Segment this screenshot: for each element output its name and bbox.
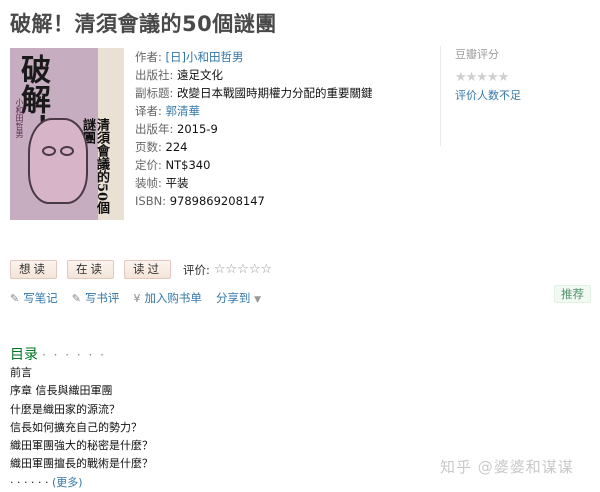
toc-heading: 目录 · · · · · · <box>10 344 106 364</box>
author-row: 作者: [日]小和田哲男 <box>135 48 373 66</box>
subtitle-label: 副标题: <box>135 86 174 100</box>
year-label: 出版年: <box>135 122 174 136</box>
price-value: NT$340 <box>165 158 211 172</box>
write-note-label: 写笔记 <box>23 291 58 305</box>
add-to-cart-link[interactable]: ¥ 加入购书单 <box>133 290 202 306</box>
toc-heading-label: 目录 <box>10 347 38 363</box>
pencil-icon: ✎ <box>10 292 20 305</box>
pages-row: 页数: 224 <box>135 138 373 156</box>
toc-heading-dots: · · · · · · <box>42 348 106 362</box>
isbn-value: 9789869208147 <box>169 194 265 208</box>
author-link[interactable]: [日]小和田哲男 <box>166 50 244 64</box>
watermark: 知乎 @婆婆和谋谋 <box>440 458 574 476</box>
toc-item: 信長如何擴充自己的勢力？ <box>10 420 142 434</box>
reading-button[interactable]: 在读 <box>67 260 114 279</box>
price-label: 定价: <box>135 158 162 172</box>
action-links: ✎ 写笔记 ✎ 写书评 ¥ 加入购书单 分享到 ▼ <box>10 290 275 306</box>
binding-row: 装帧: 平装 <box>135 174 373 192</box>
yen-icon: ¥ <box>133 292 141 305</box>
add-to-cart-label: 加入购书单 <box>144 291 202 305</box>
douban-rating-panel: 豆瓣评分 ★★★★★ 评价人数不足 <box>440 46 590 146</box>
rating-heading: 豆瓣评分 <box>455 48 499 61</box>
cover-author-text: 小和田哲男 <box>15 98 24 138</box>
write-note-link[interactable]: ✎ 写笔记 <box>10 290 58 306</box>
toc-item: 什麼是織田家的源流？ <box>10 402 120 416</box>
rating-note-link[interactable]: 评价人数不足 <box>455 87 590 103</box>
toc-list: 前言 序章 信長與織田軍團 什麼是織田家的源流？ 信長如何擴充自己的勢力？ 織田… <box>10 364 153 492</box>
share-dropdown[interactable]: 分享到 ▼ <box>216 290 261 306</box>
toc-item: 序章 信長與織田軍團 <box>10 384 113 398</box>
toc-item: 前言 <box>10 366 32 379</box>
toc-more-link[interactable]: (更多) <box>52 476 83 489</box>
translator-label: 译者: <box>135 104 162 118</box>
rate-label: 评价: <box>183 262 210 277</box>
toc-item: 織田軍團擅長的戰術是什麼？ <box>10 457 153 471</box>
binding-value: 平装 <box>165 176 189 190</box>
binding-label: 装帧: <box>135 176 162 190</box>
share-label: 分享到 <box>215 291 251 305</box>
want-to-read-button[interactable]: 想读 <box>10 260 57 279</box>
book-info: 作者: [日]小和田哲男 出版社: 遠足文化 副标题: 改變日本戰國時期權力分配… <box>135 48 373 210</box>
recommend-button[interactable]: 推荐 <box>554 285 591 303</box>
toc-more-dots: · · · · · · <box>10 475 49 489</box>
toc-item: 織田軍團強大的秘密是什麼？ <box>10 439 153 453</box>
isbn-row: ISBN: 9789869208147 <box>135 192 373 210</box>
subtitle-value: 改變日本戰國時期權力分配的重要關鍵 <box>177 86 373 100</box>
book-cover-image[interactable]: 破解！ 清須會議的50個謎團 小和田哲男 <box>10 48 124 220</box>
publisher-label: 出版社: <box>135 68 174 82</box>
write-review-link[interactable]: ✎ 写书评 <box>72 290 120 306</box>
pencil-icon: ✎ <box>71 292 81 305</box>
isbn-label: ISBN: <box>135 194 167 208</box>
pages-value: 224 <box>165 140 188 154</box>
publisher-row: 出版社: 遠足文化 <box>135 66 373 84</box>
price-row: 定价: NT$340 <box>135 156 373 174</box>
toc-more-row: · · · · · · (更多) <box>10 474 153 492</box>
year-value: 2015-9 <box>177 122 218 136</box>
book-title: 破解！清須會議的50個謎團 <box>10 12 277 36</box>
rating-stars-icon: ★★★★★ <box>455 70 509 85</box>
cover-illustration <box>28 118 88 204</box>
chevron-down-icon: ▼ <box>254 295 262 305</box>
rate-stars-input[interactable]: ☆☆☆☆☆ <box>214 262 272 277</box>
translator-link[interactable]: 郭清華 <box>166 104 201 118</box>
publisher-value: 遠足文化 <box>177 68 224 82</box>
translator-row: 译者: 郭清華 <box>135 102 373 120</box>
write-review-label: 写书评 <box>84 291 120 305</box>
subtitle-row: 副标题: 改變日本戰國時期權力分配的重要關鍵 <box>135 84 373 102</box>
pages-label: 页数: <box>135 140 162 154</box>
author-label: 作者: <box>135 50 162 64</box>
reading-status-buttons: 想读 在读 读过 评价: ☆☆☆☆☆ <box>10 260 272 279</box>
year-row: 出版年: 2015-9 <box>135 120 373 138</box>
have-read-button[interactable]: 读过 <box>124 260 171 279</box>
